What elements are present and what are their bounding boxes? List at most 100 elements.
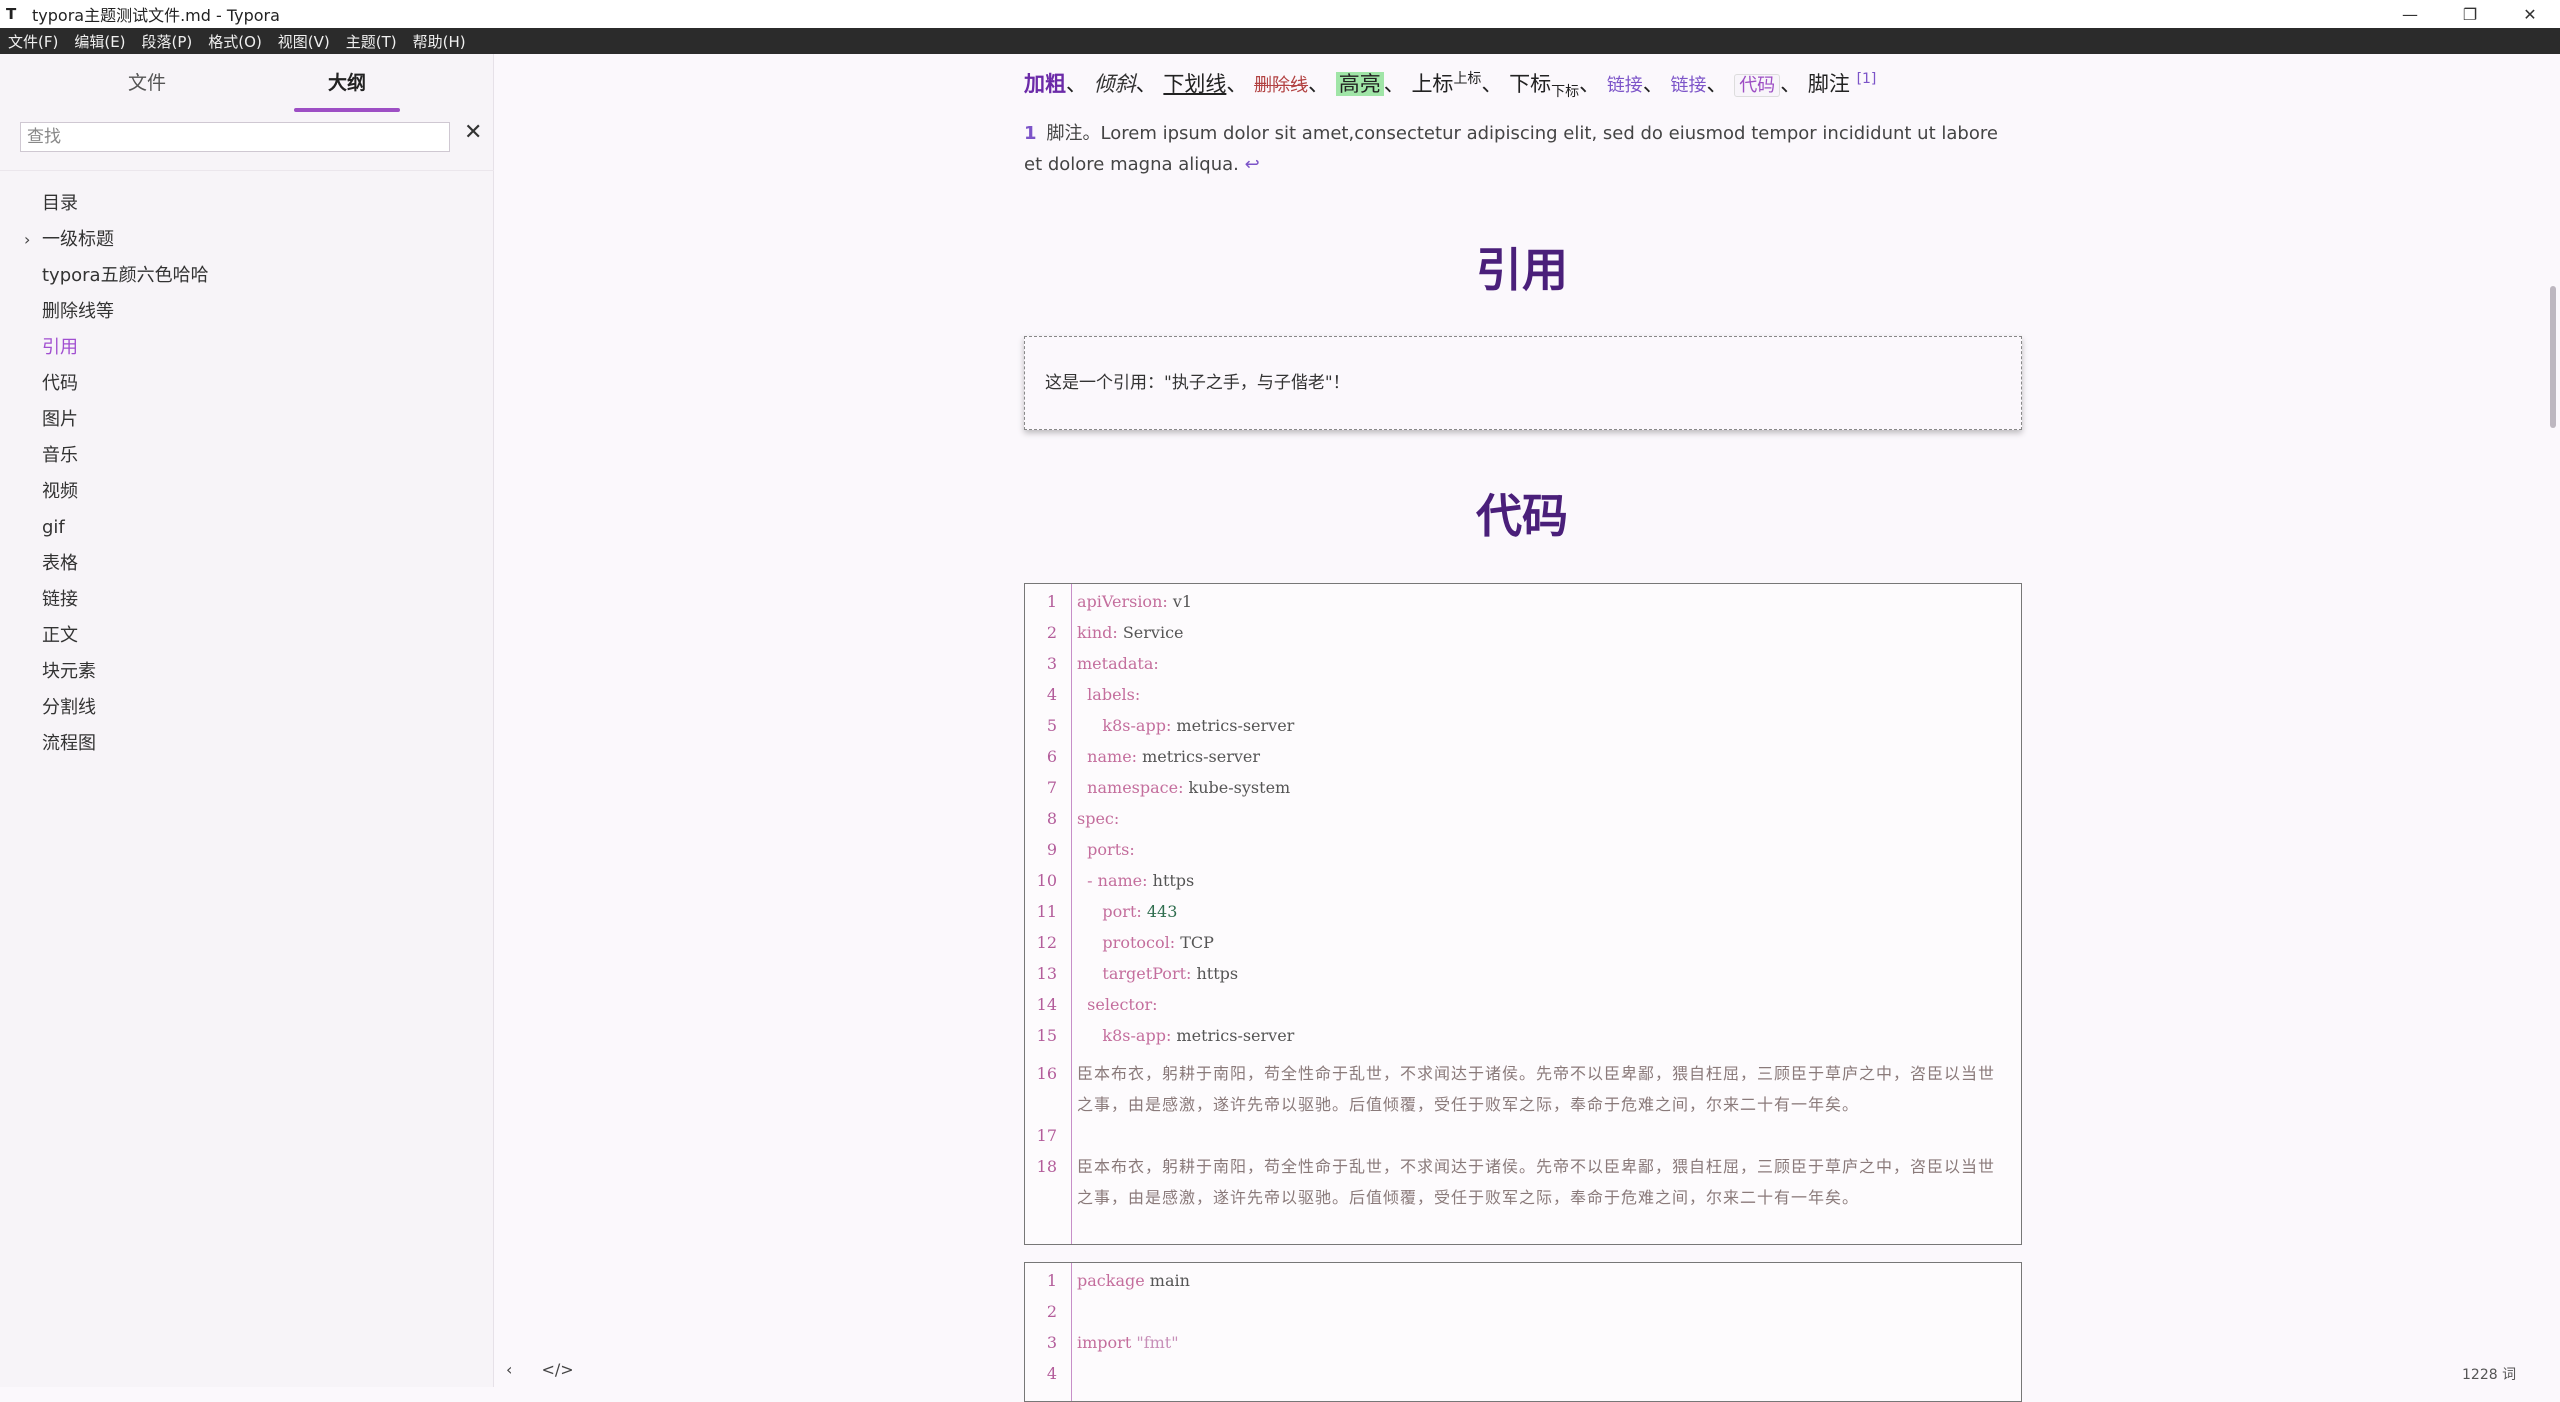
outline-item[interactable]: 分割线	[0, 690, 494, 726]
code-line: 4 labels:	[1025, 679, 2023, 710]
menu-bar: 文件(F) 编辑(E) 段落(P) 格式(O) 视图(V) 主题(T) 帮助(H…	[0, 28, 2560, 54]
link-1[interactable]: 链接	[1607, 75, 1643, 96]
minimize-button[interactable]: —	[2380, 0, 2440, 28]
close-button[interactable]: ✕	[2500, 0, 2560, 28]
footnote: 1 脚注。Lorem ipsum dolor sit amet,consectet…	[1024, 118, 2004, 180]
line-number: 10	[1036, 871, 1057, 890]
code-line: 15 k8s-app: metrics-server	[1025, 1020, 2023, 1051]
code-line: 4	[1025, 1358, 2023, 1389]
outline-item[interactable]: typora五颜六色哈哈	[0, 258, 494, 294]
outline-item[interactable]: 目录	[0, 186, 494, 222]
line-number: 13	[1036, 964, 1057, 983]
menu-file[interactable]: 文件(F)	[8, 31, 58, 52]
outline-item-label: 流程图	[42, 733, 96, 754]
separator: 、	[1706, 72, 1728, 96]
chevron-right-icon[interactable]: ›	[24, 222, 30, 258]
outline-item[interactable]: › 一级标题	[0, 222, 494, 258]
code-line: 1 package main	[1025, 1265, 2023, 1296]
code-line: 14 selector:	[1025, 989, 2023, 1020]
outline-item[interactable]: 正文	[0, 618, 494, 654]
code-key: package	[1077, 1271, 1145, 1290]
line-number: 5	[1046, 716, 1057, 735]
code-text: - name: https	[1077, 865, 1194, 896]
outline-item-active[interactable]: 引用	[0, 330, 494, 366]
superscript-base: 上标	[1411, 72, 1454, 96]
sidebar-divider	[0, 170, 494, 171]
code-value: https	[1191, 964, 1239, 983]
search-input[interactable]	[20, 122, 450, 152]
code-text: 臣本布衣，躬耕于南阳，苟全性命于乱世，不求闻达于诸侯。先帝不以臣卑鄙，猥自枉屈，…	[1077, 1064, 1996, 1114]
heading-quote: 引用	[1476, 243, 1568, 297]
tab-files[interactable]: 文件	[92, 68, 202, 112]
code-key: namespace:	[1077, 778, 1184, 797]
strikethrough-text: 删除线	[1254, 75, 1309, 96]
code-line: 3 metadata:	[1025, 648, 2023, 679]
code-text: kind: Service	[1077, 617, 1184, 648]
code-line: 9 ports:	[1025, 834, 2023, 865]
separator: 、	[1308, 72, 1330, 96]
outline-item-label: gif	[42, 517, 65, 538]
outline-item[interactable]: gif	[0, 510, 494, 546]
code-line: 13 targetPort: https	[1025, 958, 2023, 989]
code-line: 17	[1025, 1120, 2023, 1151]
highlight-text: 高亮	[1335, 72, 1384, 96]
sidebar: 文件 大纲 ✕ 目录 › 一级标题 typora五颜六色哈哈 删除线等 引用 代码…	[0, 54, 494, 1387]
menu-paragraph[interactable]: 段落(P)	[142, 31, 193, 52]
code-text: port: 443	[1077, 896, 1177, 927]
code-line: 11 port: 443	[1025, 896, 2023, 927]
restore-button[interactable]: ❐	[2440, 0, 2500, 28]
footnote-ref-link[interactable]: [1]	[1857, 71, 1877, 87]
outline-item-label: 删除线等	[42, 301, 114, 322]
outline-item[interactable]: 音乐	[0, 438, 494, 474]
outline-item[interactable]: 图片	[0, 402, 494, 438]
code-line: 5 k8s-app: metrics-server	[1025, 710, 2023, 741]
outline-item-label: typora五颜六色哈哈	[42, 265, 209, 286]
heading-code: 代码	[1476, 489, 1568, 543]
outline-item[interactable]: 视频	[0, 474, 494, 510]
code-value: metrics-server	[1171, 1026, 1295, 1045]
menu-view[interactable]: 视图(V)	[278, 31, 330, 52]
code-key: kind:	[1077, 623, 1118, 642]
outline-item-label: 目录	[42, 193, 78, 214]
go-code-block[interactable]: 1 package main 2 3 import "fmt" 4	[1024, 1262, 2022, 1402]
code-key: spec:	[1077, 809, 1120, 828]
inline-styles-line: 加粗、 倾斜、 下划线、 删除线、 高亮、 上标上标、 下标下标、 链接、 链接…	[1024, 68, 1876, 101]
chevron-left-icon[interactable]: ‹	[506, 1360, 512, 1379]
footnote-back-link[interactable]: ↩	[1245, 154, 1260, 175]
menu-format[interactable]: 格式(O)	[208, 31, 262, 52]
menu-help[interactable]: 帮助(H)	[413, 31, 466, 52]
word-count[interactable]: 1228 词	[2462, 1364, 2516, 1384]
line-number: 15	[1036, 1026, 1057, 1045]
code-line: 10 - name: https	[1025, 865, 2023, 896]
line-number: 4	[1046, 1364, 1057, 1383]
menu-edit[interactable]: 编辑(E)	[74, 31, 125, 52]
code-text: metadata:	[1077, 648, 1159, 679]
separator: 、	[1066, 72, 1087, 96]
outline-item[interactable]: 表格	[0, 546, 494, 582]
line-number: 2	[1046, 623, 1057, 642]
code-key: labels:	[1077, 685, 1141, 704]
code-value: Service	[1117, 623, 1184, 642]
yaml-code-block[interactable]: 1 apiVersion: v1 2 kind: Service 3 metadata: 4…	[1024, 583, 2022, 1245]
line-number: 11	[1036, 902, 1057, 921]
code-line: 18 臣本布衣，躬耕于南阳，苟全性命于乱世，不求闻达于诸侯。先帝不以臣卑鄙，猥自…	[1025, 1151, 2023, 1207]
menu-theme[interactable]: 主题(T)	[346, 31, 397, 52]
code-key: port:	[1077, 902, 1142, 921]
scrollbar-thumb[interactable]	[2550, 286, 2556, 428]
code-key: protocol:	[1077, 933, 1176, 952]
outline-item[interactable]: 删除线等	[0, 294, 494, 330]
code-value: main	[1144, 1271, 1190, 1290]
source-code-icon[interactable]: </>	[542, 1360, 574, 1379]
line-number: 1	[1046, 592, 1057, 611]
outline-item[interactable]: 块元素	[0, 654, 494, 690]
code-key: ports:	[1077, 840, 1135, 859]
link-2[interactable]: 链接	[1671, 75, 1707, 96]
clear-search-icon[interactable]: ✕	[464, 120, 482, 145]
outline-item[interactable]: 流程图	[0, 726, 494, 762]
tab-outline[interactable]: 大纲	[292, 68, 402, 112]
line-number: 18	[1036, 1157, 1057, 1176]
outline-item[interactable]: 链接	[0, 582, 494, 618]
code-key: k8s-app:	[1077, 1026, 1172, 1045]
outline-item[interactable]: 代码	[0, 366, 494, 402]
separator: 、	[1383, 72, 1405, 96]
